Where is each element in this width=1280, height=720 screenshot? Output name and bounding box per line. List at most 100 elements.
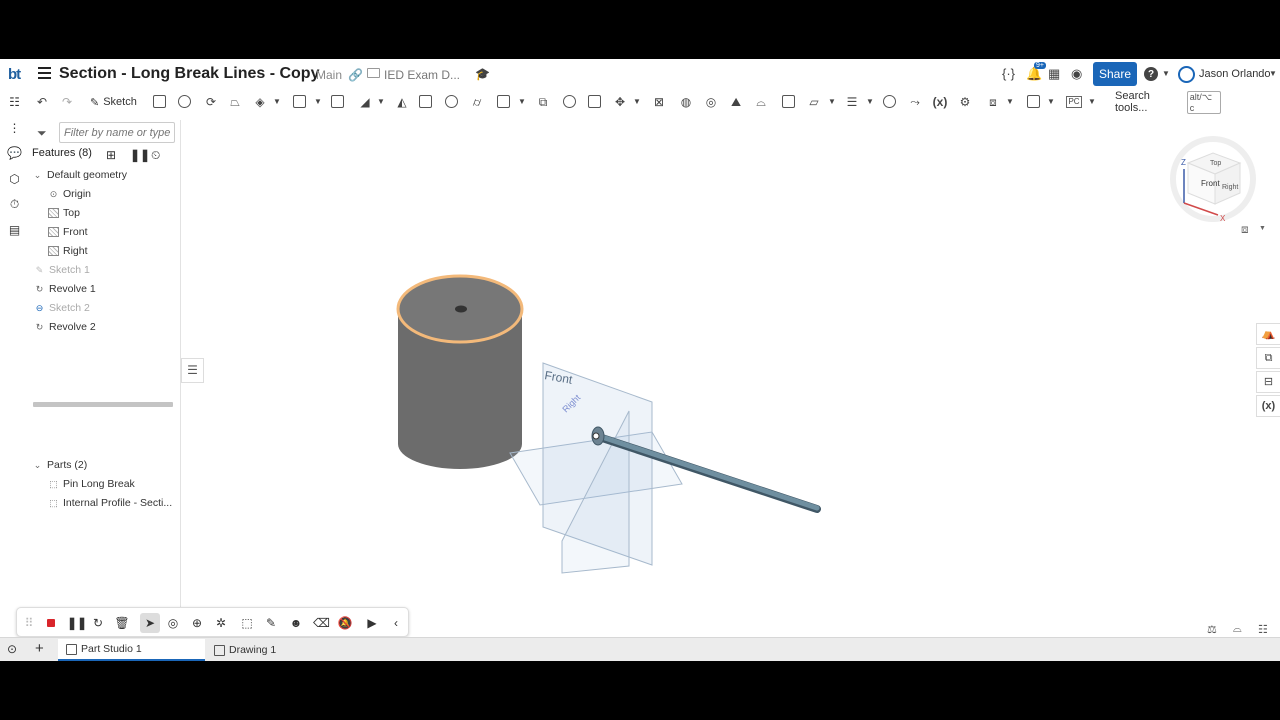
custom-features-icon[interactable]: ⚙ bbox=[957, 94, 973, 110]
appearance-icon[interactable]: ⬡ bbox=[7, 173, 22, 186]
variable-table-icon[interactable]: (x) bbox=[1256, 395, 1280, 417]
3d-fit-spline-icon[interactable]: ⤳ bbox=[907, 94, 923, 110]
tab-drawing-1[interactable]: Drawing 1 bbox=[206, 639, 352, 661]
search-tools-input[interactable]: Search tools... alt/⌥ c bbox=[1111, 90, 1221, 114]
user-avatar[interactable] bbox=[1178, 66, 1195, 83]
mass-icon[interactable]: ⚖ bbox=[1207, 623, 1217, 636]
plane-icon[interactable]: ▱ bbox=[806, 94, 822, 110]
feature-revolve-2[interactable]: ↻ Revolve 2 bbox=[34, 317, 96, 336]
help-icon[interactable]: ? bbox=[1144, 67, 1158, 81]
app-store-icon[interactable]: ▦ bbox=[1048, 66, 1060, 82]
toolbar-dropdown-icon[interactable]: ▼ bbox=[273, 94, 281, 110]
tab-manager-icon[interactable]: ⊙ bbox=[7, 642, 17, 656]
pc-icon[interactable]: PC bbox=[1066, 96, 1082, 108]
main-menu-icon[interactable] bbox=[38, 67, 51, 79]
timer-icon[interactable]: ⏲ bbox=[151, 148, 160, 163]
feature-revolve-1[interactable]: ↻ Revolve 1 bbox=[34, 279, 96, 298]
spotlight-icon[interactable]: ◎ bbox=[165, 615, 181, 631]
chevron-down-icon[interactable]: ⌄ bbox=[32, 170, 43, 180]
feature-origin[interactable]: ⊙ Origin bbox=[48, 184, 91, 203]
folder-name[interactable]: IED Exam D... bbox=[384, 68, 460, 82]
plane-dropdown-icon[interactable]: ▼ bbox=[828, 94, 836, 110]
loft-icon[interactable]: ⏢ bbox=[227, 94, 243, 110]
zoom-icon[interactable]: ⊕ bbox=[189, 615, 205, 631]
comments-icon[interactable]: 💬 bbox=[7, 147, 22, 160]
move-face-icon[interactable]: ⛰ bbox=[728, 94, 744, 110]
emoji-icon[interactable]: ☻ bbox=[288, 615, 304, 631]
add-tab-icon[interactable]: + bbox=[35, 640, 44, 657]
split-icon[interactable] bbox=[588, 95, 601, 108]
share-button[interactable]: Share bbox=[1093, 62, 1137, 86]
modify-fillet-icon[interactable]: ◍ bbox=[678, 94, 694, 110]
restart-icon[interactable]: ↻ bbox=[90, 615, 106, 631]
transform-icon[interactable]: ✥ bbox=[612, 94, 628, 110]
link-icon[interactable]: 🔗 bbox=[348, 68, 363, 82]
sheet-metal-icon[interactable]: ⧈ bbox=[985, 94, 1001, 110]
add-folder-icon[interactable]: ⊞ bbox=[106, 148, 116, 162]
configurations-icon[interactable]: ⊟ bbox=[1256, 371, 1280, 393]
tab-part-studio-1[interactable]: Part Studio 1 bbox=[58, 639, 205, 661]
region-select-icon[interactable]: ⬚ bbox=[239, 615, 255, 631]
draft-icon[interactable]: ◢ bbox=[357, 94, 373, 110]
draw-icon[interactable]: ✎ bbox=[263, 615, 279, 631]
help-dropdown-icon[interactable]: ▼ bbox=[1162, 69, 1170, 78]
filter-input[interactable] bbox=[59, 122, 175, 143]
delete-part-icon[interactable]: ⊠ bbox=[651, 94, 667, 110]
mate-connector-icon[interactable]: ☰ bbox=[844, 94, 860, 110]
sweep-icon[interactable]: ⟳ bbox=[203, 94, 219, 110]
variable-icon[interactable]: (x) bbox=[930, 94, 950, 110]
frame-dropdown-icon[interactable]: ▼ bbox=[1047, 94, 1055, 110]
user-dropdown-icon[interactable]: ▼ bbox=[1269, 69, 1277, 78]
feature-sketch-2[interactable]: ⊖ Sketch 2 bbox=[34, 298, 90, 317]
thicken-icon[interactable]: ◈ bbox=[252, 94, 268, 110]
measure-icon[interactable]: ⌓ bbox=[1233, 623, 1242, 636]
model-canvas[interactable]: Front Right bbox=[181, 114, 1255, 637]
filter-icon[interactable]: ⏷ bbox=[37, 126, 47, 141]
user-name[interactable]: Jason Orlando bbox=[1199, 68, 1271, 80]
default-planes[interactable]: Front Right bbox=[509, 362, 683, 574]
boolean-icon[interactable] bbox=[563, 95, 576, 108]
helix-icon[interactable] bbox=[883, 95, 896, 108]
extrude-icon[interactable] bbox=[153, 95, 166, 108]
chamfer-icon[interactable] bbox=[331, 95, 344, 108]
bom-icon[interactable]: ▤ bbox=[7, 224, 22, 237]
draft-dropdown-icon[interactable]: ▼ bbox=[377, 94, 385, 110]
feature-top-plane[interactable]: Top bbox=[48, 203, 80, 222]
section-view-icon[interactable]: ☷ bbox=[1258, 623, 1268, 636]
code-braces-icon[interactable]: {·} bbox=[1002, 66, 1015, 81]
pattern-icon[interactable] bbox=[497, 95, 510, 108]
fillet-dropdown-icon[interactable]: ▼ bbox=[314, 94, 322, 110]
transform-dropdown-icon[interactable]: ▼ bbox=[633, 94, 641, 110]
appearance-panel-icon[interactable]: ⛺ bbox=[1256, 323, 1280, 345]
branch-label[interactable]: Main bbox=[316, 68, 342, 82]
click-highlight-icon[interactable]: ✲ bbox=[213, 615, 229, 631]
cursor-tool-icon[interactable]: ➤ bbox=[140, 613, 160, 633]
pc-dropdown-icon[interactable]: ▼ bbox=[1088, 94, 1096, 110]
pause-recording-icon[interactable]: ❚❚ bbox=[67, 615, 87, 631]
drag-handle-icon[interactable]: ⠿ bbox=[21, 615, 37, 631]
part-item[interactable]: ⬚ Pin Long Break bbox=[48, 474, 135, 493]
revolve-icon[interactable] bbox=[178, 95, 191, 108]
pause-icon[interactable]: ❚❚ bbox=[130, 148, 150, 162]
chevron-down-icon[interactable]: ⌄ bbox=[32, 460, 43, 470]
mass-properties-icon[interactable]: ⧉ bbox=[1256, 347, 1280, 369]
mute-notifications-icon[interactable]: 🔕 bbox=[337, 615, 353, 631]
frame-icon[interactable] bbox=[1027, 95, 1040, 108]
default-geometry-folder[interactable]: ⌄ Default geometry bbox=[32, 165, 127, 184]
feature-front-plane[interactable]: Front bbox=[48, 222, 88, 241]
learning-icon[interactable]: ◉ bbox=[1071, 66, 1082, 82]
history-icon[interactable]: ⏱ bbox=[7, 198, 22, 211]
undo-icon[interactable]: ↶ bbox=[34, 94, 50, 110]
connector-dropdown-icon[interactable]: ▼ bbox=[866, 94, 874, 110]
feature-list-icon[interactable]: ☷ bbox=[7, 96, 22, 109]
stop-recording-button[interactable] bbox=[43, 615, 59, 631]
rollback-bar[interactable] bbox=[33, 402, 173, 407]
mirror-icon[interactable]: ⧉ bbox=[535, 94, 551, 110]
camera-icon[interactable]: ▶ bbox=[364, 615, 380, 631]
replace-face-icon[interactable]: ⌓ bbox=[753, 94, 769, 110]
hole-icon[interactable] bbox=[445, 95, 458, 108]
sketch-button[interactable]: ✎ Sketch bbox=[86, 92, 141, 112]
instance-list-icon[interactable]: ⋮ bbox=[7, 122, 22, 135]
onshape-logo[interactable]: bt bbox=[8, 66, 21, 83]
sheet-metal-dropdown-icon[interactable]: ▼ bbox=[1006, 94, 1014, 110]
